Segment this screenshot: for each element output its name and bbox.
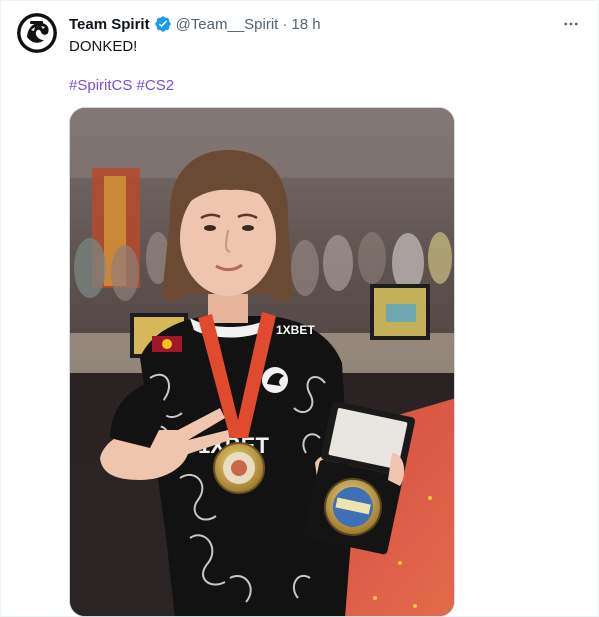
author-handle[interactable]: @Team__Spirit [176,16,279,33]
team-spirit-logo-icon [17,13,57,53]
jersey-sleeve-sponsor: 1XBET [276,323,315,337]
tweet-timestamp[interactable]: 18 h [291,16,320,33]
hashtag-spiritcs[interactable]: #SpiritCS [69,77,132,94]
header-separator: · [282,15,288,33]
tweet-photo[interactable]: 1XBET 1XBET [69,107,455,617]
author-name[interactable]: Team Spirit [69,16,150,33]
tweet-text: DONKED! [69,38,138,55]
more-options-icon[interactable] [560,15,582,33]
photo-player-with-medal: 1XBET 1XBET [70,108,454,616]
tweet-header: Team Spirit @Team__Spirit · 18 h [69,13,321,35]
avatar[interactable] [17,13,57,53]
tweet-hashtags: #SpiritCS #CS2 [69,76,174,96]
verified-badge-icon[interactable] [154,15,172,33]
hashtag-cs2[interactable]: #CS2 [137,77,175,94]
tweet-card[interactable]: Team Spirit @Team__Spirit · 18 h DONKED!… [0,0,599,617]
